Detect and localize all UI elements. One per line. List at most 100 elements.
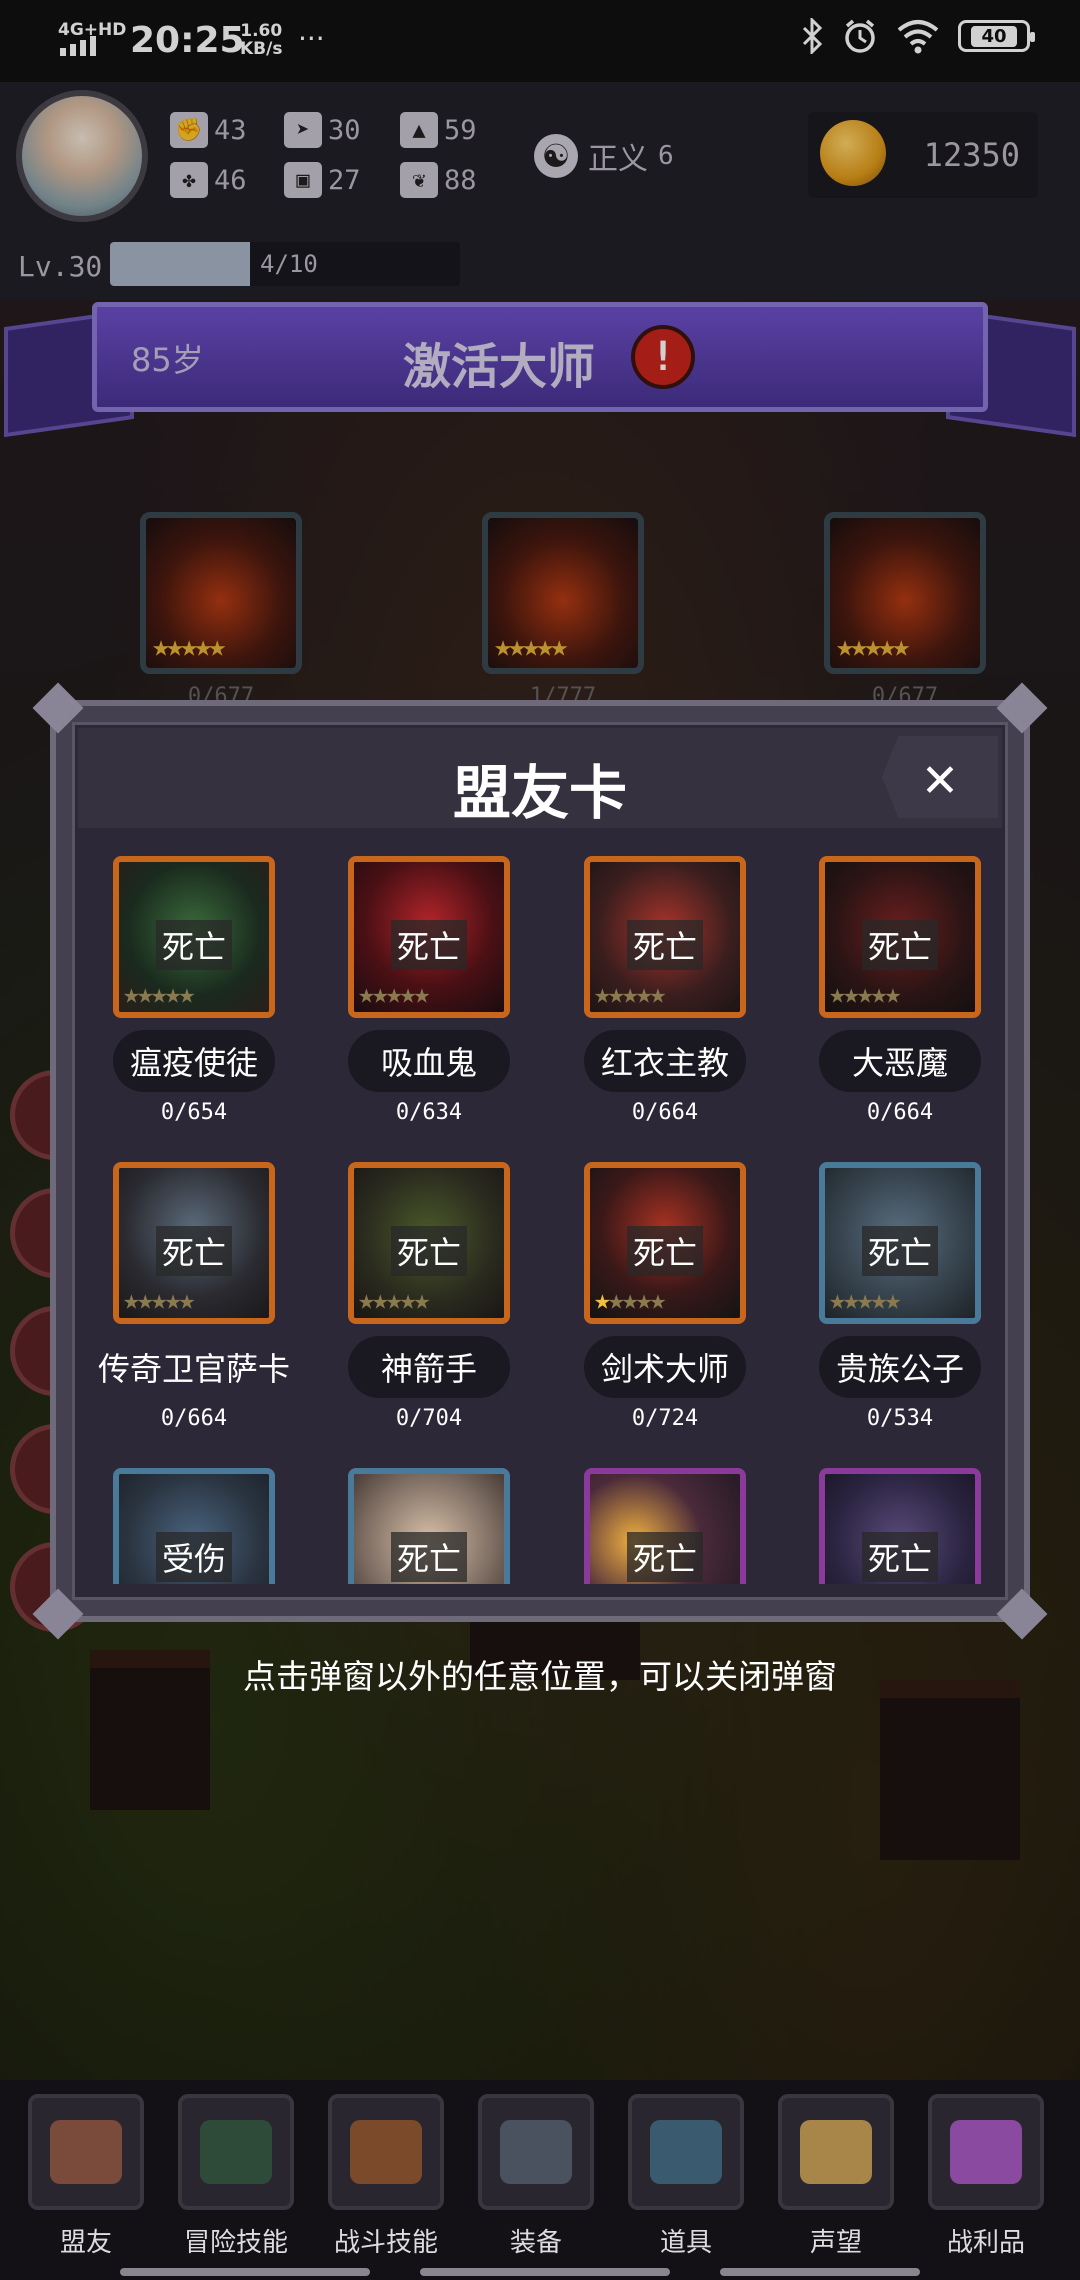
ally-status: 死亡 [390,1532,468,1582]
star-icon: ★ [884,1283,901,1316]
ally-portrait[interactable]: 死亡 ★★★★★ [584,856,746,1018]
ally-portrait[interactable]: 死亡★★★★★ [348,1162,510,1324]
home-indicator [420,2268,670,2276]
ally-portrait[interactable]: 死亡★★★★★ [819,856,981,1018]
ally-status: 死亡 [861,920,939,970]
star-icon: ★ [164,977,182,1010]
ally-card[interactable]: 死亡 ★★★★★ 红衣主教 0/664 [549,856,779,1146]
ally-name: 红衣主教 [584,1030,746,1092]
nav-tab-7[interactable]: 战利品 [924,2094,1048,2264]
modal-title: 盟友卡 [452,759,627,827]
star-icon: ★ [829,977,846,1010]
ally-status: 死亡 [626,1532,704,1582]
nav-label: 战斗技能 [333,2228,438,2258]
ally-name: 大恶魔 [819,1030,981,1092]
ally-name: 贵族公子 [819,1336,981,1398]
ally-status: 死亡 [155,920,233,970]
ally-portrait[interactable]: 死亡★★★★★ [819,1468,981,1584]
nav-tab-4[interactable]: 装备 [474,2094,598,2264]
star-rating: ★★★★★ [358,977,430,1010]
star-icon: ★ [594,977,611,1010]
star-icon: ★ [399,977,417,1010]
ally-card-count: 0/654 [160,1100,228,1125]
star-icon: ★ [884,977,901,1010]
ally-status: 死亡 [390,920,468,970]
star-icon: ★ [136,977,154,1010]
star-icon: ★ [371,1283,389,1316]
star-icon: ★ [621,1283,639,1316]
ally-card[interactable]: 死亡 ★★★★★ 贵族公子 0/534 [784,1162,1002,1452]
ally-name: 吸血鬼 [348,1030,510,1092]
ally-card-modal: 盟友卡 ✕ 死亡 ★★★★★ 瘟疫使徒 0/654 死亡 ★★★★★ 吸血鬼 0/634 死亡 ★… [32,682,1048,1640]
nav-tab-3[interactable]: 战斗技能 [324,2094,448,2264]
ally-card[interactable]: 死亡 ★★★★★ 神箭手 0/704 [313,1162,543,1452]
ally-portrait[interactable]: 死亡 ★★★★★ [348,856,510,1018]
star-rating: ★★★★★ [123,1283,195,1316]
satchel-icon [628,2094,744,2210]
star-rating: ★★★★★ [594,977,666,1010]
ally-card-count: 0/664 [866,1100,934,1125]
ally-card[interactable]: 死亡★★★★★ [784,1468,1002,1584]
star-icon: ★ [870,1283,888,1316]
ally-status: 受伤 [155,1532,233,1582]
handshake-icon [28,2094,144,2210]
star-icon: ★ [607,1283,625,1316]
ally-card-count: 0/634 [395,1100,463,1125]
star-icon: ★ [164,1283,182,1316]
home-indicator [720,2268,920,2276]
ally-card[interactable]: 受伤★★★★★ [78,1468,308,1584]
ally-card[interactable]: 死亡 ★★★★★ 吸血鬼 0/634 [313,856,543,1146]
nav-tab-5[interactable]: 道具 [624,2094,748,2264]
star-icon: ★ [856,1283,874,1316]
nav-label: 声望 [809,2228,862,2258]
ally-status: 死亡 [626,1226,704,1276]
star-icon: ★ [856,977,874,1010]
ally-card-count: 0/704 [395,1406,463,1431]
scroll-icon [778,2094,894,2210]
star-icon: ★ [413,977,430,1010]
star-icon: ★ [150,977,168,1010]
star-icon: ★ [842,977,860,1010]
star-icon: ★ [358,977,375,1010]
star-icon: ★ [136,1283,154,1316]
star-icon: ★ [413,1283,430,1316]
close-hint: 点击弹窗以外的任意位置，可以关闭弹窗 [243,1657,837,1696]
star-icon: ★ [607,977,625,1010]
ally-portrait[interactable]: 死亡 ★★★★★ [113,1162,275,1324]
ally-status: 死亡 [626,920,704,970]
ally-name: 瘟疫使徒 [113,1030,275,1092]
ally-card-count: 0/664 [160,1406,228,1431]
ally-portrait[interactable]: 死亡★★★★★ [819,1162,981,1324]
ally-card[interactable]: 死亡★★★★★ [549,1468,779,1584]
ally-card[interactable]: 死亡 ★★★★★ 大恶魔 0/664 [784,856,1002,1146]
ally-portrait[interactable]: 死亡 ★★★★★ [584,1162,746,1324]
ally-grid[interactable]: 死亡 ★★★★★ 瘟疫使徒 0/654 死亡 ★★★★★ 吸血鬼 0/634 死亡 ★★★★★ 红衣… [78,832,1002,1584]
star-icon: ★ [358,1283,375,1316]
star-icon: ★ [829,1283,846,1316]
ally-card[interactable]: 死亡 ★★★★★ 瘟疫使徒 0/654 [78,856,308,1146]
ally-card[interactable]: 死亡★★★★★ [313,1468,543,1584]
treasure-chest-icon [928,2094,1044,2210]
ally-status: 死亡 [155,1226,233,1276]
ally-portrait[interactable]: 死亡★★★★★ [348,1468,510,1584]
close-icon[interactable]: ✕ [882,736,998,818]
star-rating: ★★★★★ [829,1283,901,1316]
nav-tab-2[interactable]: 冒险技能 [174,2094,298,2264]
nav-label: 道具 [659,2228,712,2258]
star-icon: ★ [649,977,666,1010]
star-icon: ★ [385,977,403,1010]
ally-card[interactable]: 死亡 ★★★★★ 传奇卫官萨卡 0/664 [78,1162,308,1452]
star-icon: ★ [870,977,888,1010]
spellbook-icon [178,2094,294,2210]
ally-portrait[interactable]: 死亡★★★★★ [113,856,275,1018]
ally-card-count: 0/534 [866,1406,934,1431]
bottom-nav: 盟友 冒险技能 战斗技能 装备 道具 声望 战利品 [0,2080,1080,2280]
ally-portrait[interactable]: 受伤★★★★★ [113,1468,275,1584]
star-icon: ★ [178,1283,195,1316]
nav-tab-6[interactable]: 声望 [774,2094,898,2264]
nav-tab-1[interactable]: 盟友 [24,2094,148,2264]
ally-card[interactable]: 死亡 ★★★★★ 剑术大师 0/724 [549,1162,779,1452]
star-rating: ★★★★★ [594,1283,666,1316]
star-icon: ★ [385,1283,403,1316]
ally-portrait[interactable]: 死亡★★★★★ [584,1468,746,1584]
